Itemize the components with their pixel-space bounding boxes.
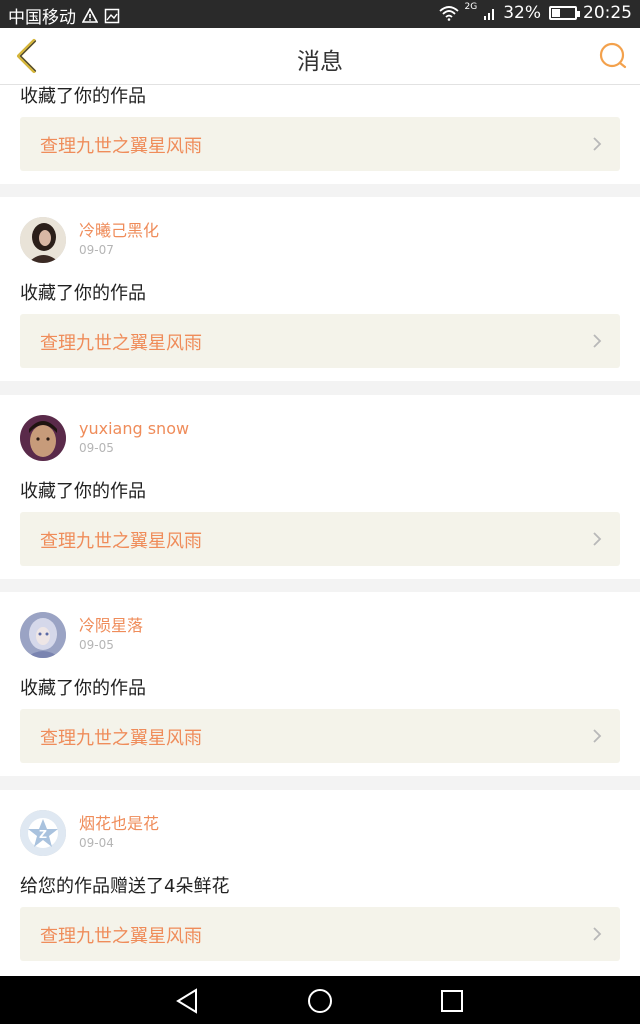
author-name[interactable]: 冷陨星落 [79,616,143,636]
author-name[interactable]: 冷曦己黑化 [79,221,159,241]
square-recents-icon[interactable] [437,986,467,1016]
message-card: 冷曦己黑化 09-07 收藏了你的作品 查理九世之翼星风雨 [0,197,640,381]
author-name[interactable]: 烟花也是花 [79,814,159,834]
network-type-label: 2G [464,2,478,12]
avatar[interactable]: Z [20,810,66,856]
triangle-back-icon[interactable] [172,986,202,1016]
system-nav-bar [0,976,640,1024]
message-card: yuxiang snow 09-05 收藏了你的作品 查理九世之翼星风雨 [0,395,640,579]
message-author[interactable]: Z 烟花也是花 09-04 [20,810,159,856]
status-bar: 中国移动 2G 32% 20:25 [0,0,640,28]
message-date: 09-05 [79,441,114,455]
signal-icon [484,9,495,20]
message-text: 收藏了你的作品 [20,86,146,107]
avatar[interactable] [20,612,66,658]
message-list[interactable]: 收藏了你的作品 查理九世之翼星风雨 冷曦己黑化 09-07 收藏了你的作品 查理… [0,85,640,976]
message-author[interactable]: 冷曦己黑化 09-07 [20,217,159,263]
image-icon [104,8,120,23]
work-link[interactable]: 查理九世之翼星风雨 [20,709,620,763]
warning-icon [82,7,98,23]
work-title: 查理九世之翼星风雨 [40,926,202,947]
work-title: 查理九世之翼星风雨 [40,728,202,749]
work-link[interactable]: 查理九世之翼星风雨 [20,314,620,368]
message-date: 09-05 [79,638,114,652]
clock: 20:25 [583,3,632,23]
carrier-label: 中国移动 [8,8,76,28]
work-title: 查理九世之翼星风雨 [40,333,202,354]
wifi-icon [438,6,459,21]
circle-home-icon[interactable] [305,986,335,1016]
work-link[interactable]: 查理九世之翼星风雨 [20,907,620,961]
work-title: 查理九世之翼星风雨 [40,136,202,157]
work-title: 查理九世之翼星风雨 [40,531,202,552]
chevron-right-icon [593,729,602,743]
message-text: 给您的作品赠送了4朵鲜花 [20,876,230,897]
message-text: 收藏了你的作品 [20,481,146,502]
message-author[interactable]: yuxiang snow 09-05 [20,415,189,461]
message-card: 冷陨星落 09-05 收藏了你的作品 查理九世之翼星风雨 [0,592,640,776]
search-icon[interactable] [598,41,628,71]
message-date: 09-04 [79,836,114,850]
chevron-right-icon [593,927,602,941]
avatar[interactable] [20,415,66,461]
battery-icon [549,6,580,20]
message-text: 收藏了你的作品 [20,283,146,304]
author-name[interactable]: yuxiang snow [79,419,189,439]
message-text: 收藏了你的作品 [20,678,146,699]
work-link[interactable]: 查理九世之翼星风雨 [20,117,620,171]
nav-bar: 消息 [0,28,640,85]
chevron-right-icon [593,334,602,348]
svg-text:Z: Z [39,828,47,841]
message-author[interactable]: 冷陨星落 09-05 [20,612,143,658]
chevron-right-icon [593,532,602,546]
message-card: 收藏了你的作品 查理九世之翼星风雨 [0,85,640,184]
chevron-right-icon [593,137,602,151]
message-date: 09-07 [79,243,114,257]
page-title: 消息 [297,49,343,75]
work-link[interactable]: 查理九世之翼星风雨 [20,512,620,566]
message-card: Z 烟花也是花 09-04 给您的作品赠送了4朵鲜花 查理九世之翼星风雨 [0,790,640,976]
avatar[interactable] [20,217,66,263]
battery-percent: 32% [503,3,541,23]
